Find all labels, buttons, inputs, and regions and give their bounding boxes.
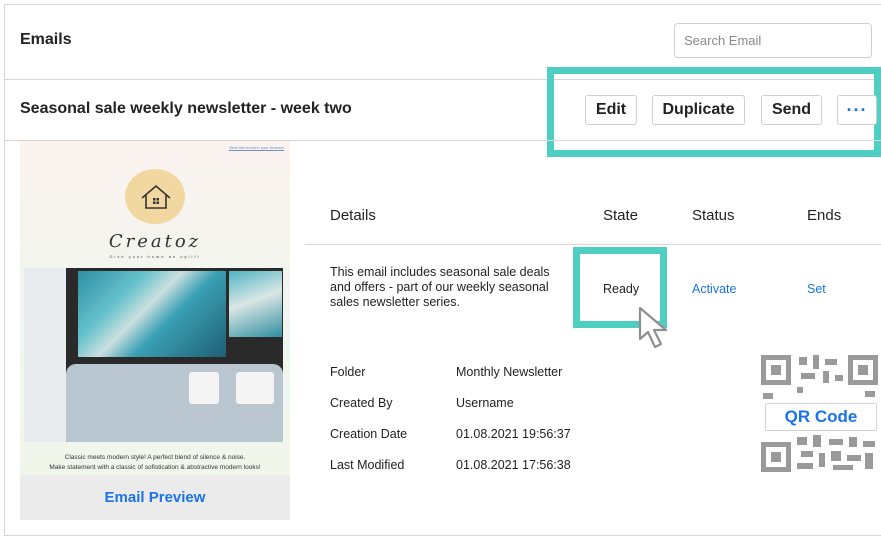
edit-button[interactable]: Edit — [585, 95, 637, 125]
painting-image-part — [78, 271, 226, 357]
email-preview-thumbnail: View this email in your browser Creatoz … — [20, 141, 290, 520]
meta-label-created-by: Created By — [330, 396, 393, 410]
meta-value-last-modified: 01.08.2021 17:56:38 — [456, 458, 571, 472]
column-header-state: State — [603, 207, 639, 224]
duplicate-button[interactable]: Duplicate — [652, 95, 745, 125]
meta-label-folder: Folder — [330, 365, 366, 379]
column-header-ends: Ends — [807, 207, 842, 224]
table-header-divider — [305, 244, 881, 245]
email-preview-link[interactable]: Email Preview — [105, 489, 206, 506]
send-button[interactable]: Send — [761, 95, 822, 125]
hero-image — [24, 268, 283, 442]
mouse-pointer-icon — [638, 306, 668, 349]
preview-copy-line2: Make statement with a classic of sofisti… — [49, 464, 261, 471]
meta-value-folder: Monthly Newsletter — [456, 365, 563, 379]
meta-label-last-modified: Last Modified — [330, 458, 405, 472]
pillow-image-part — [236, 372, 274, 404]
brand-tagline: Give your home an uplift — [109, 254, 201, 259]
preview-footer: Email Preview — [20, 475, 290, 520]
meta-label-creation-date: Creation Date — [330, 427, 408, 441]
email-name: Seasonal sale weekly newsletter - week t… — [20, 100, 352, 117]
shelf-image-part — [24, 268, 66, 442]
painting-small-image-part — [229, 271, 282, 337]
activate-link[interactable]: Activate — [692, 282, 736, 296]
qr-code-button[interactable]: QR Code — [765, 403, 877, 431]
view-in-browser-link: View this email in your browser — [228, 145, 284, 150]
column-header-details: Details — [330, 207, 376, 224]
meta-value-creation-date: 01.08.2021 19:56:37 — [456, 427, 571, 441]
search-input[interactable] — [674, 23, 872, 58]
brand-name: Creatoz — [108, 231, 202, 252]
pillow-image-part — [189, 372, 219, 404]
set-ends-link[interactable]: Set — [807, 282, 826, 296]
house-logo-icon — [141, 184, 171, 209]
meta-value-created-by: Username — [456, 396, 514, 410]
email-description: This email includes seasonal sale deals … — [330, 265, 550, 309]
column-header-status: Status — [692, 207, 735, 224]
more-options-button[interactable]: ··· — [837, 95, 877, 125]
page-title: Emails — [20, 31, 72, 48]
state-value: Ready — [603, 282, 640, 296]
preview-copy-line1: Classic meets modern style! A perfect bl… — [64, 454, 246, 461]
